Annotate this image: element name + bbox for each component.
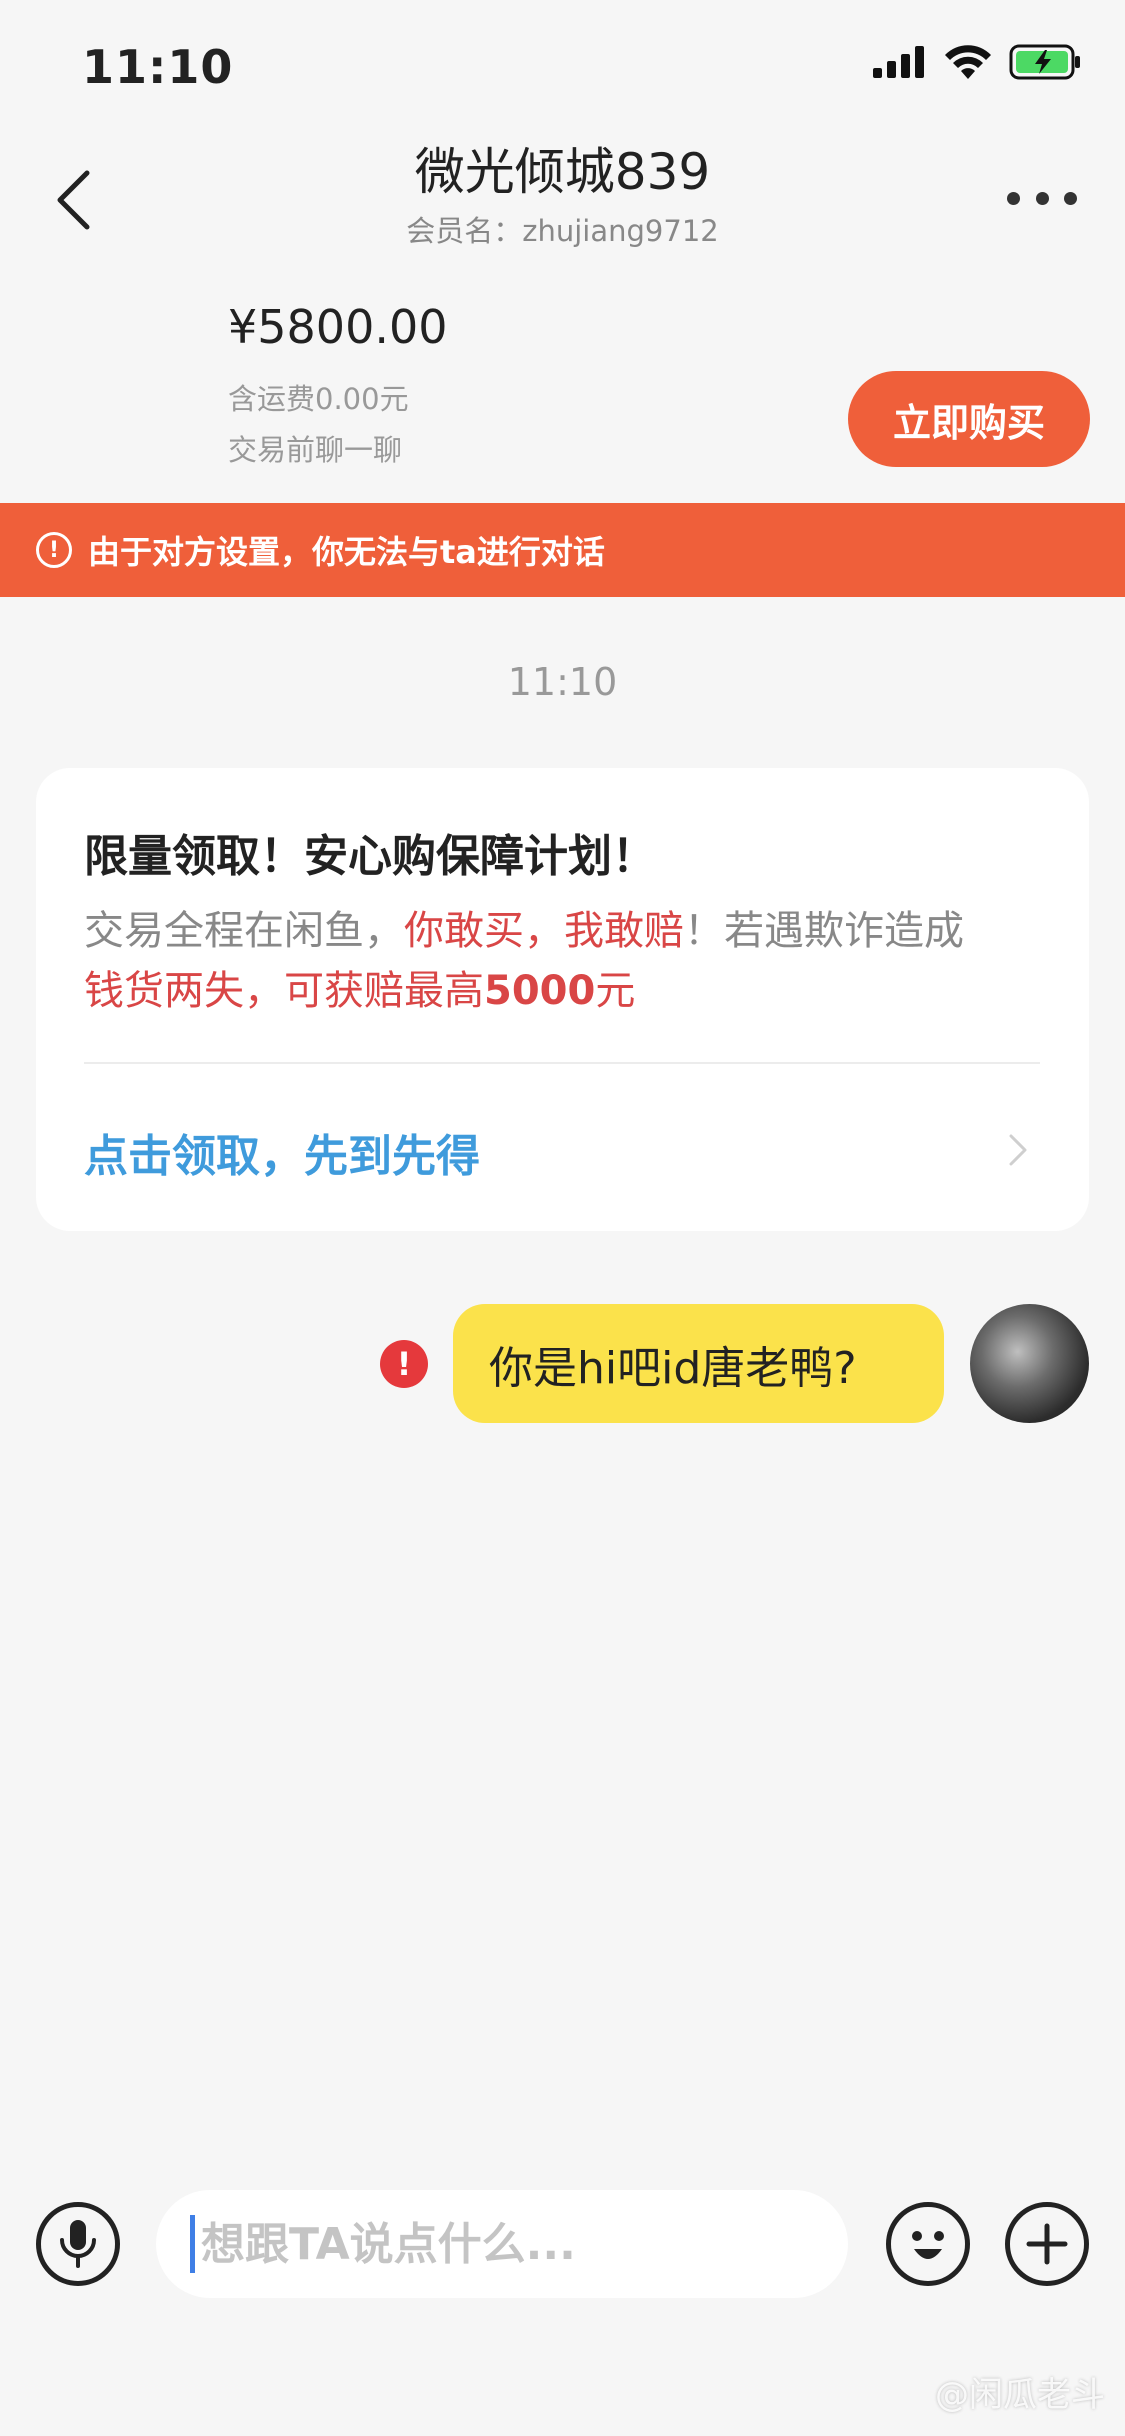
status-time: 11:10 — [82, 40, 234, 94]
avatar[interactable] — [970, 1304, 1089, 1423]
chevron-right-icon — [1009, 1134, 1027, 1166]
claim-link[interactable]: 点击领取，先到先得 — [84, 1120, 480, 1184]
plus-icon — [1026, 2223, 1068, 2265]
promo-title: 限量领取！安心购保障计划！ — [84, 831, 656, 882]
product-price: ¥5800.00 — [228, 300, 448, 354]
error-icon[interactable]: ! — [380, 1340, 428, 1388]
wifi-icon — [945, 45, 991, 79]
status-icons — [873, 44, 1081, 80]
buy-now-button[interactable]: 立即购买 — [848, 371, 1090, 467]
claim-chevron[interactable] — [1003, 1128, 1033, 1172]
member-name: 会员名：zhujiang9712 — [406, 214, 719, 248]
emoji-icon — [912, 2231, 944, 2259]
more-button[interactable] — [1007, 178, 1077, 218]
battery-icon — [1009, 44, 1080, 80]
promo-divider — [84, 1062, 1040, 1064]
message-input[interactable] — [201, 2218, 801, 2270]
signal-icon — [873, 46, 924, 78]
more-icon — [1007, 191, 1020, 205]
promo-description-line2: 钱货两失，可获赔最高5000元 — [84, 968, 636, 1014]
alert-icon: ! — [36, 532, 72, 568]
warning-text: 由于对方设置，你无法与ta进行对话 — [88, 533, 605, 571]
promo-description-line1: 交易全程在闲鱼，你敢买，我敢赔！若遇欺诈造成 — [84, 908, 964, 954]
mic-icon — [60, 2220, 96, 2268]
chat-title: 微光倾城839 — [414, 143, 711, 201]
message-input-box[interactable] — [156, 2190, 848, 2298]
emoji-button[interactable] — [886, 2202, 970, 2286]
message-bubble[interactable]: 你是hi吧id唐老鸭? — [453, 1304, 944, 1423]
chat-first-note: 交易前聊一聊 — [228, 433, 403, 467]
chat-timestamp: 11:10 — [507, 660, 618, 704]
warning-banner: ! 由于对方设置，你无法与ta进行对话 — [0, 503, 1125, 597]
voice-button[interactable] — [36, 2202, 120, 2286]
watermark: @闲瓜老斗 — [935, 2375, 1105, 2415]
shipping-fee: 含运费0.00元 — [228, 382, 409, 416]
text-caret — [190, 2215, 195, 2273]
more-actions-button[interactable] — [1005, 2202, 1089, 2286]
